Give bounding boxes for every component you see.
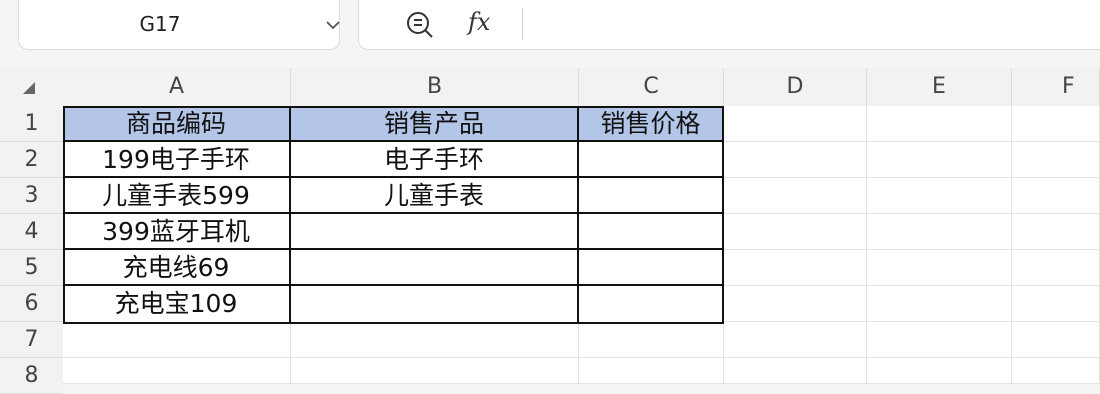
cell-c2[interactable] (579, 142, 724, 178)
cell-a6[interactable]: 充电宝109 (63, 286, 291, 324)
cell-c6[interactable] (579, 286, 724, 324)
cell-d1[interactable] (724, 106, 867, 142)
cell-e7[interactable] (867, 322, 1012, 358)
cell-e4[interactable] (867, 214, 1012, 250)
cell-e3[interactable] (867, 178, 1012, 214)
cell-b3[interactable]: 儿童手表 (291, 178, 579, 214)
row-header-1[interactable]: 1 (0, 106, 63, 142)
column-header-a[interactable]: A (63, 68, 291, 106)
cell-a4[interactable]: 399蓝牙耳机 (63, 214, 291, 250)
cell-e6[interactable] (867, 286, 1012, 322)
cell-c5[interactable] (579, 250, 724, 286)
select-all-corner[interactable] (0, 68, 63, 106)
cell-e2[interactable] (867, 142, 1012, 178)
cell-f3[interactable] (1012, 178, 1100, 214)
cell-d7[interactable] (724, 322, 867, 358)
row-header-4[interactable]: 4 (0, 214, 63, 250)
cell-c8[interactable] (579, 358, 724, 384)
cell-f4[interactable] (1012, 214, 1100, 250)
cell-c1[interactable]: 销售价格 (579, 106, 724, 142)
cell-c3[interactable] (579, 178, 724, 214)
cell-f2[interactable] (1012, 142, 1100, 178)
row-header-5[interactable]: 5 (0, 250, 63, 286)
row-header-8[interactable]: 8 (0, 358, 63, 394)
cell-b6[interactable] (291, 286, 579, 324)
cell-d5[interactable] (724, 250, 867, 286)
row-header-6[interactable]: 6 (0, 286, 63, 322)
cell-a3[interactable]: 儿童手表599 (63, 178, 291, 214)
row-header-2[interactable]: 2 (0, 142, 63, 178)
cell-d4[interactable] (724, 214, 867, 250)
cell-d8[interactable] (724, 358, 867, 384)
cell-a1[interactable]: 商品编码 (63, 106, 291, 142)
cell-e8[interactable] (867, 358, 1012, 384)
row-header-7[interactable]: 7 (0, 322, 63, 358)
select-all-icon[interactable] (23, 82, 35, 94)
name-box-value[interactable]: G17 (19, 12, 301, 36)
column-header-f[interactable]: F (1012, 68, 1100, 106)
cell-c7[interactable] (579, 324, 724, 358)
cell-f8[interactable] (1012, 358, 1100, 384)
cell-a7[interactable] (63, 324, 291, 358)
cell-d6[interactable] (724, 286, 867, 322)
cell-d3[interactable] (724, 178, 867, 214)
column-header-c[interactable]: C (579, 68, 724, 106)
spreadsheet-grid: A B C D E F 1 2 3 4 5 6 7 8 商品编码 销售产品 销售… (0, 68, 1100, 394)
cell-e5[interactable] (867, 250, 1012, 286)
cell-a2[interactable]: 199电子手环 (63, 142, 291, 178)
column-header-b[interactable]: B (291, 68, 579, 106)
cell-b5[interactable] (291, 250, 579, 286)
column-header-e[interactable]: E (867, 68, 1012, 106)
formula-separator (522, 8, 523, 40)
cell-a8[interactable] (63, 358, 291, 384)
cell-b7[interactable] (291, 324, 579, 358)
row-header-3[interactable]: 3 (0, 178, 63, 214)
fx-icon[interactable]: fx (468, 8, 490, 36)
cell-a5[interactable]: 充电线69 (63, 250, 291, 286)
cell-f7[interactable] (1012, 322, 1100, 358)
cell-f5[interactable] (1012, 250, 1100, 286)
cell-e1[interactable] (867, 106, 1012, 142)
column-header-d[interactable]: D (724, 68, 867, 106)
cell-b1[interactable]: 销售产品 (291, 106, 579, 142)
cell-f1[interactable] (1012, 106, 1100, 142)
cell-f6[interactable] (1012, 286, 1100, 322)
chevron-down-icon[interactable] (324, 16, 342, 34)
zoom-formula-icon[interactable] (404, 9, 436, 41)
cell-b4[interactable] (291, 214, 579, 250)
name-box[interactable]: G17 (18, 0, 340, 50)
formula-input[interactable] (532, 8, 1092, 40)
cell-b8[interactable] (291, 358, 579, 384)
cell-b2[interactable]: 电子手环 (291, 142, 579, 178)
cell-d2[interactable] (724, 142, 867, 178)
cell-c4[interactable] (579, 214, 724, 250)
